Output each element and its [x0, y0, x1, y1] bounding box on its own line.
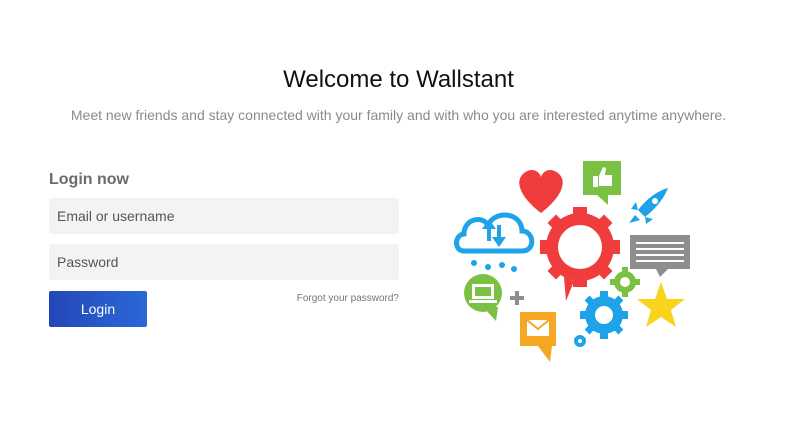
page-title: Welcome to Wallstant	[283, 66, 514, 93]
star-icon	[637, 282, 685, 327]
chat-bubble-icon	[630, 235, 690, 277]
thumbs-up-icon	[583, 161, 621, 205]
blue-gear-icon	[574, 291, 628, 347]
plus-icon	[510, 291, 524, 305]
email-field[interactable]	[49, 198, 399, 234]
login-page: Welcome to Wallstant Meet new friends an…	[0, 0, 797, 423]
cloud-sync-icon	[454, 212, 535, 272]
gear-icon	[540, 207, 620, 301]
login-button[interactable]: Login	[49, 291, 147, 327]
heart-icon	[519, 170, 563, 213]
mail-icon	[520, 312, 556, 362]
login-heading: Login now	[49, 171, 129, 188]
rocket-icon	[629, 188, 668, 224]
small-gear-icon	[610, 267, 640, 297]
forgot-password-link[interactable]: Forgot your password?	[250, 293, 399, 304]
social-illustration	[454, 161, 690, 362]
password-field[interactable]	[49, 244, 399, 280]
page-subtitle: Meet new friends and stay connected with…	[70, 107, 727, 123]
laptop-icon	[464, 274, 502, 321]
